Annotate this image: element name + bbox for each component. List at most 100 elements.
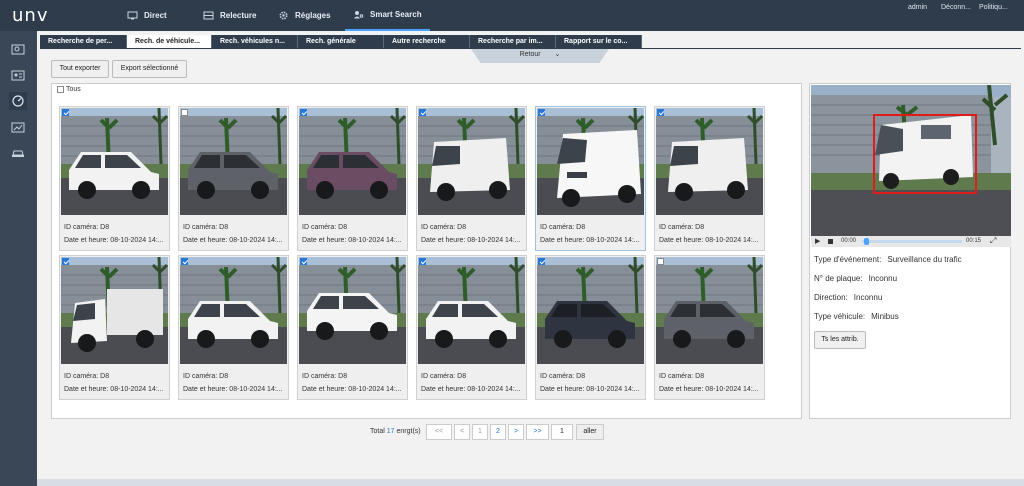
result-card[interactable]: ID caméra: D8 Date et heure: 08-10-2024 1… bbox=[59, 106, 170, 251]
tab-general-search[interactable]: Rech. générale bbox=[298, 35, 384, 49]
select-all[interactable]: Tous bbox=[57, 86, 81, 93]
bottom-bar bbox=[37, 479, 1024, 486]
result-checkbox[interactable] bbox=[538, 258, 545, 265]
goto-button[interactable]: aller bbox=[576, 424, 604, 440]
result-card[interactable]: ID caméra: D8 Date et heure: 08-10-2024 1… bbox=[654, 255, 765, 400]
play-icon[interactable]: ▶ bbox=[815, 237, 820, 245]
result-card[interactable]: ID caméra: D8 Date et heure: 08-10-2024 1… bbox=[416, 255, 527, 400]
prev-page-button[interactable]: < bbox=[454, 424, 470, 440]
detail-panel: ▶ 00:00 00:15 ⤢ Type d'événement: Surveil… bbox=[809, 83, 1011, 419]
first-page-button[interactable]: << bbox=[426, 424, 452, 440]
goto-page-input[interactable]: 1 bbox=[551, 424, 573, 440]
vehicle-snapshot[interactable] bbox=[537, 257, 644, 364]
time-end: 00:15 bbox=[966, 238, 982, 244]
progress-handle[interactable] bbox=[864, 238, 869, 245]
next-page-button[interactable]: > bbox=[508, 424, 524, 440]
sidebar-item-report[interactable] bbox=[9, 118, 27, 136]
logout-link[interactable]: Déconn... bbox=[941, 4, 971, 11]
tab-image-search[interactable]: Recherche par im... bbox=[470, 35, 556, 49]
export-selected-button[interactable]: Export sélectionné bbox=[112, 60, 187, 78]
policy-link[interactable]: Politiqu... bbox=[979, 4, 1008, 11]
film-icon bbox=[203, 11, 214, 20]
result-checkbox[interactable] bbox=[62, 109, 69, 116]
vehicle-snapshot[interactable] bbox=[656, 108, 763, 215]
vehicle-snapshot[interactable] bbox=[299, 257, 406, 364]
direction-row: Direction: Inconnu bbox=[814, 293, 882, 302]
vehicle-snapshot[interactable] bbox=[656, 257, 763, 364]
tab-vehicle-search[interactable]: Rech. de véhicule... bbox=[127, 35, 212, 49]
result-checkbox[interactable] bbox=[538, 109, 545, 116]
result-card[interactable]: ID caméra: D8 Date et heure: 08-10-2024 1… bbox=[416, 106, 527, 251]
gauge-icon bbox=[12, 95, 24, 107]
retour-button[interactable]: Retour ⌄ bbox=[471, 49, 609, 63]
result-card[interactable]: ID caméra: D8 Date et heure: 08-10-2024 1… bbox=[297, 106, 408, 251]
result-checkbox[interactable] bbox=[300, 258, 307, 265]
nav-reglages-label: Réglages bbox=[295, 11, 331, 20]
camera-id: ID caméra: D8 bbox=[183, 373, 229, 380]
fullscreen-icon[interactable]: ⤢ bbox=[990, 236, 996, 246]
result-checkbox[interactable] bbox=[181, 258, 188, 265]
sidebar-item-vehicle-search[interactable] bbox=[9, 92, 27, 110]
nav-reglages[interactable]: Réglages bbox=[278, 0, 331, 31]
id-card-icon bbox=[11, 70, 25, 80]
result-checkbox[interactable] bbox=[419, 109, 426, 116]
capture-datetime: Date et heure: 08-10-2024 14:... bbox=[540, 386, 640, 393]
tab-other-search[interactable]: Autre recherche bbox=[384, 35, 470, 49]
vehicle-snapshot[interactable] bbox=[180, 108, 287, 215]
vehicle-snapshot[interactable] bbox=[180, 257, 287, 364]
sidebar-item-vehicle[interactable] bbox=[9, 144, 27, 162]
result-card[interactable]: ID caméra: D8 Date et heure: 08-10-2024 1… bbox=[535, 255, 646, 400]
video-player-bar: ▶ 00:00 00:15 ⤢ bbox=[811, 236, 1011, 247]
progress-slider[interactable] bbox=[862, 240, 962, 243]
nav-relecture-label: Relecture bbox=[220, 11, 257, 20]
page-2-button[interactable]: 2 bbox=[490, 424, 506, 440]
total-suffix: enrgt(s) bbox=[396, 428, 421, 435]
vehicle-snapshot[interactable] bbox=[61, 108, 168, 215]
result-card[interactable]: ID caméra: D8 Date et heure: 08-10-2024 1… bbox=[178, 255, 289, 400]
vehicle-snapshot[interactable] bbox=[537, 108, 644, 215]
face-search-icon bbox=[11, 44, 25, 54]
gear-icon bbox=[279, 11, 288, 20]
result-checkbox[interactable] bbox=[657, 109, 664, 116]
nav-relecture[interactable]: Relecture bbox=[203, 0, 256, 31]
brand-logo: unv bbox=[12, 5, 49, 26]
sidebar-item-idcard[interactable] bbox=[9, 66, 27, 84]
vehicle-snapshot[interactable] bbox=[418, 108, 525, 215]
result-checkbox[interactable] bbox=[657, 258, 664, 265]
sidebar-item-face[interactable] bbox=[9, 40, 27, 58]
tab-report[interactable]: Rapport sur le co... bbox=[556, 35, 642, 49]
result-checkbox[interactable] bbox=[181, 109, 188, 116]
camera-id: ID caméra: D8 bbox=[421, 224, 467, 231]
result-card[interactable]: ID caméra: D8 Date et heure: 08-10-2024 1… bbox=[59, 255, 170, 400]
retour-label: Retour bbox=[519, 51, 541, 58]
result-card[interactable]: ID caméra: D8 Date et heure: 08-10-2024 1… bbox=[654, 106, 765, 251]
page-1-button[interactable]: 1 bbox=[472, 424, 488, 440]
total-count: 17 bbox=[386, 428, 395, 435]
export-all-button[interactable]: Tout exporter bbox=[51, 60, 109, 78]
tab-non-motor-search[interactable]: Rech. véhicules n... bbox=[212, 35, 298, 49]
result-card[interactable]: ID caméra: D8 Date et heure: 08-10-2024 1… bbox=[535, 106, 646, 251]
camera-id: ID caméra: D8 bbox=[540, 373, 586, 380]
camera-id: ID caméra: D8 bbox=[302, 224, 348, 231]
stop-icon[interactable] bbox=[828, 239, 833, 244]
vehicle-snapshot[interactable] bbox=[61, 257, 168, 364]
result-checkbox[interactable] bbox=[300, 109, 307, 116]
all-attributes-button[interactable]: Ts les attrib. bbox=[814, 331, 866, 349]
select-all-checkbox[interactable] bbox=[57, 86, 64, 93]
result-card[interactable]: ID caméra: D8 Date et heure: 08-10-2024 1… bbox=[178, 106, 289, 251]
capture-datetime: Date et heure: 08-10-2024 14:... bbox=[659, 237, 759, 244]
result-checkbox[interactable] bbox=[62, 258, 69, 265]
capture-datetime: Date et heure: 08-10-2024 14:... bbox=[302, 237, 402, 244]
nav-direct[interactable]: Direct bbox=[127, 0, 167, 31]
vehicle-snapshot[interactable] bbox=[299, 108, 406, 215]
nav-smart-search[interactable]: Smart Search bbox=[345, 0, 430, 31]
total-records: Total 17 enrgt(s) bbox=[370, 424, 421, 440]
result-checkbox[interactable] bbox=[419, 258, 426, 265]
nav-smart-search-label: Smart Search bbox=[370, 10, 422, 19]
user-name[interactable]: admin bbox=[908, 4, 927, 11]
vehicle-snapshot[interactable] bbox=[418, 257, 525, 364]
vehicle-type-row: Type véhicule: Minibus bbox=[814, 312, 899, 321]
tab-person-search[interactable]: Recherche de per... bbox=[40, 35, 127, 49]
last-page-button[interactable]: >> bbox=[526, 424, 549, 440]
result-card[interactable]: ID caméra: D8 Date et heure: 08-10-2024 1… bbox=[297, 255, 408, 400]
